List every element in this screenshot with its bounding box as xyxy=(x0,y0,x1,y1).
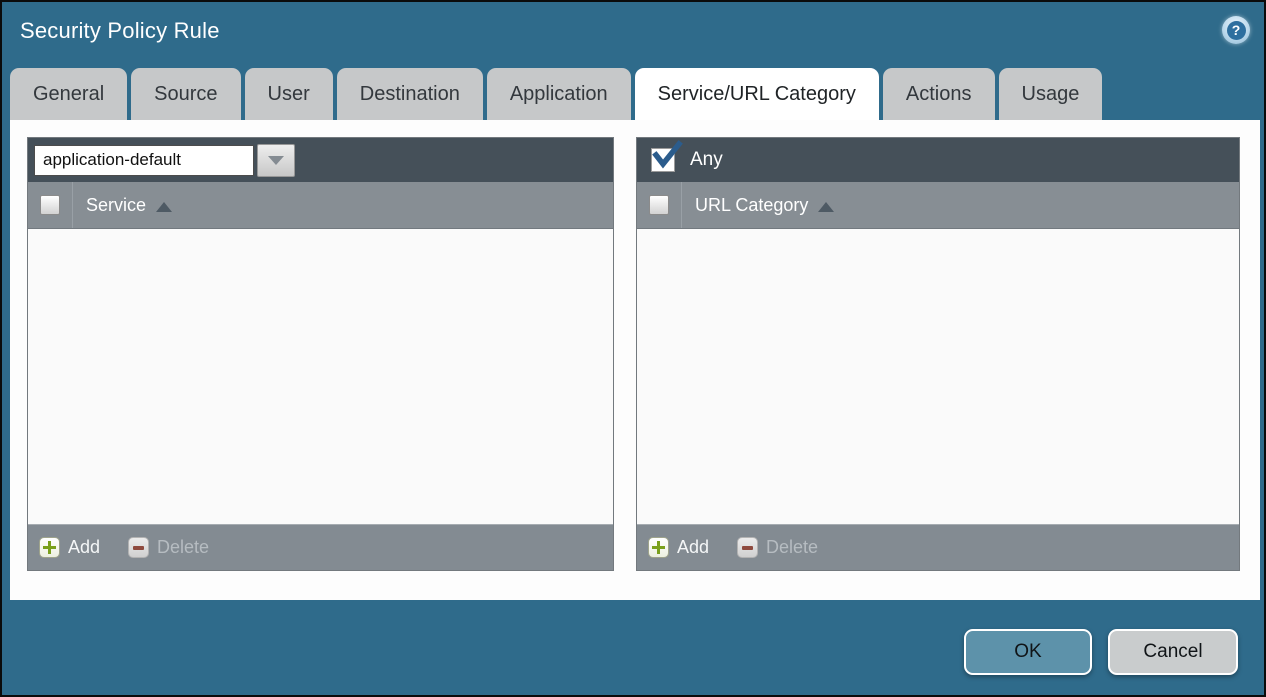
url-category-table-body[interactable] xyxy=(637,229,1239,524)
url-category-any-bar: Any xyxy=(637,138,1239,182)
tab-application[interactable]: Application xyxy=(487,68,631,120)
service-panel: Service Add Delete xyxy=(27,137,614,571)
url-category-select-all-checkbox[interactable] xyxy=(649,195,669,215)
service-table-body[interactable] xyxy=(28,229,613,524)
url-category-add-label: Add xyxy=(677,537,709,558)
help-icon: ? xyxy=(1227,21,1246,40)
url-category-add-button[interactable]: Add xyxy=(648,537,709,558)
url-category-footer-bar: Add Delete xyxy=(637,524,1239,570)
service-column-header: Service xyxy=(28,182,613,229)
service-add-label: Add xyxy=(68,537,100,558)
chevron-down-icon xyxy=(268,156,284,165)
tab-destination[interactable]: Destination xyxy=(337,68,483,120)
url-category-any-label: Any xyxy=(690,149,723,171)
tab-content-area: Service Add Delete xyxy=(10,120,1260,600)
tab-source[interactable]: Source xyxy=(131,68,240,120)
service-footer-bar: Add Delete xyxy=(28,524,613,570)
url-category-panel: Any URL Category Add xyxy=(636,137,1240,571)
help-button[interactable]: ? xyxy=(1222,16,1250,44)
service-select-all-checkbox[interactable] xyxy=(40,195,60,215)
url-category-any-checkbox[interactable] xyxy=(651,148,675,172)
minus-icon xyxy=(737,537,758,558)
sort-ascending-icon[interactable] xyxy=(818,202,834,212)
service-select-all-cell xyxy=(28,182,73,228)
tab-actions[interactable]: Actions xyxy=(883,68,995,120)
url-category-select-all-cell xyxy=(637,182,682,228)
page-title: Security Policy Rule xyxy=(20,18,220,44)
tab-user[interactable]: User xyxy=(245,68,333,120)
url-category-delete-label: Delete xyxy=(766,537,818,558)
ok-button[interactable]: OK xyxy=(964,629,1092,675)
checkmark-icon xyxy=(651,141,683,171)
tab-bar: General Source User Destination Applicat… xyxy=(10,68,1102,120)
url-category-column-label[interactable]: URL Category xyxy=(695,195,808,216)
service-column-label[interactable]: Service xyxy=(86,195,146,216)
service-mode-input[interactable] xyxy=(34,145,254,176)
tab-service-url-category[interactable]: Service/URL Category xyxy=(635,68,879,120)
sort-ascending-icon[interactable] xyxy=(156,202,172,212)
url-category-column-header: URL Category xyxy=(637,182,1239,229)
service-mode-dropdown-button[interactable] xyxy=(257,144,295,177)
service-delete-button[interactable]: Delete xyxy=(128,537,209,558)
service-delete-label: Delete xyxy=(157,537,209,558)
security-policy-rule-dialog: Security Policy Rule ? General Source Us… xyxy=(0,0,1266,697)
minus-icon xyxy=(128,537,149,558)
cancel-button[interactable]: Cancel xyxy=(1108,629,1238,675)
plus-icon xyxy=(648,537,669,558)
service-add-button[interactable]: Add xyxy=(39,537,100,558)
plus-icon xyxy=(39,537,60,558)
tab-usage[interactable]: Usage xyxy=(999,68,1103,120)
service-mode-bar xyxy=(28,138,613,182)
tab-general[interactable]: General xyxy=(10,68,127,120)
url-category-delete-button[interactable]: Delete xyxy=(737,537,818,558)
